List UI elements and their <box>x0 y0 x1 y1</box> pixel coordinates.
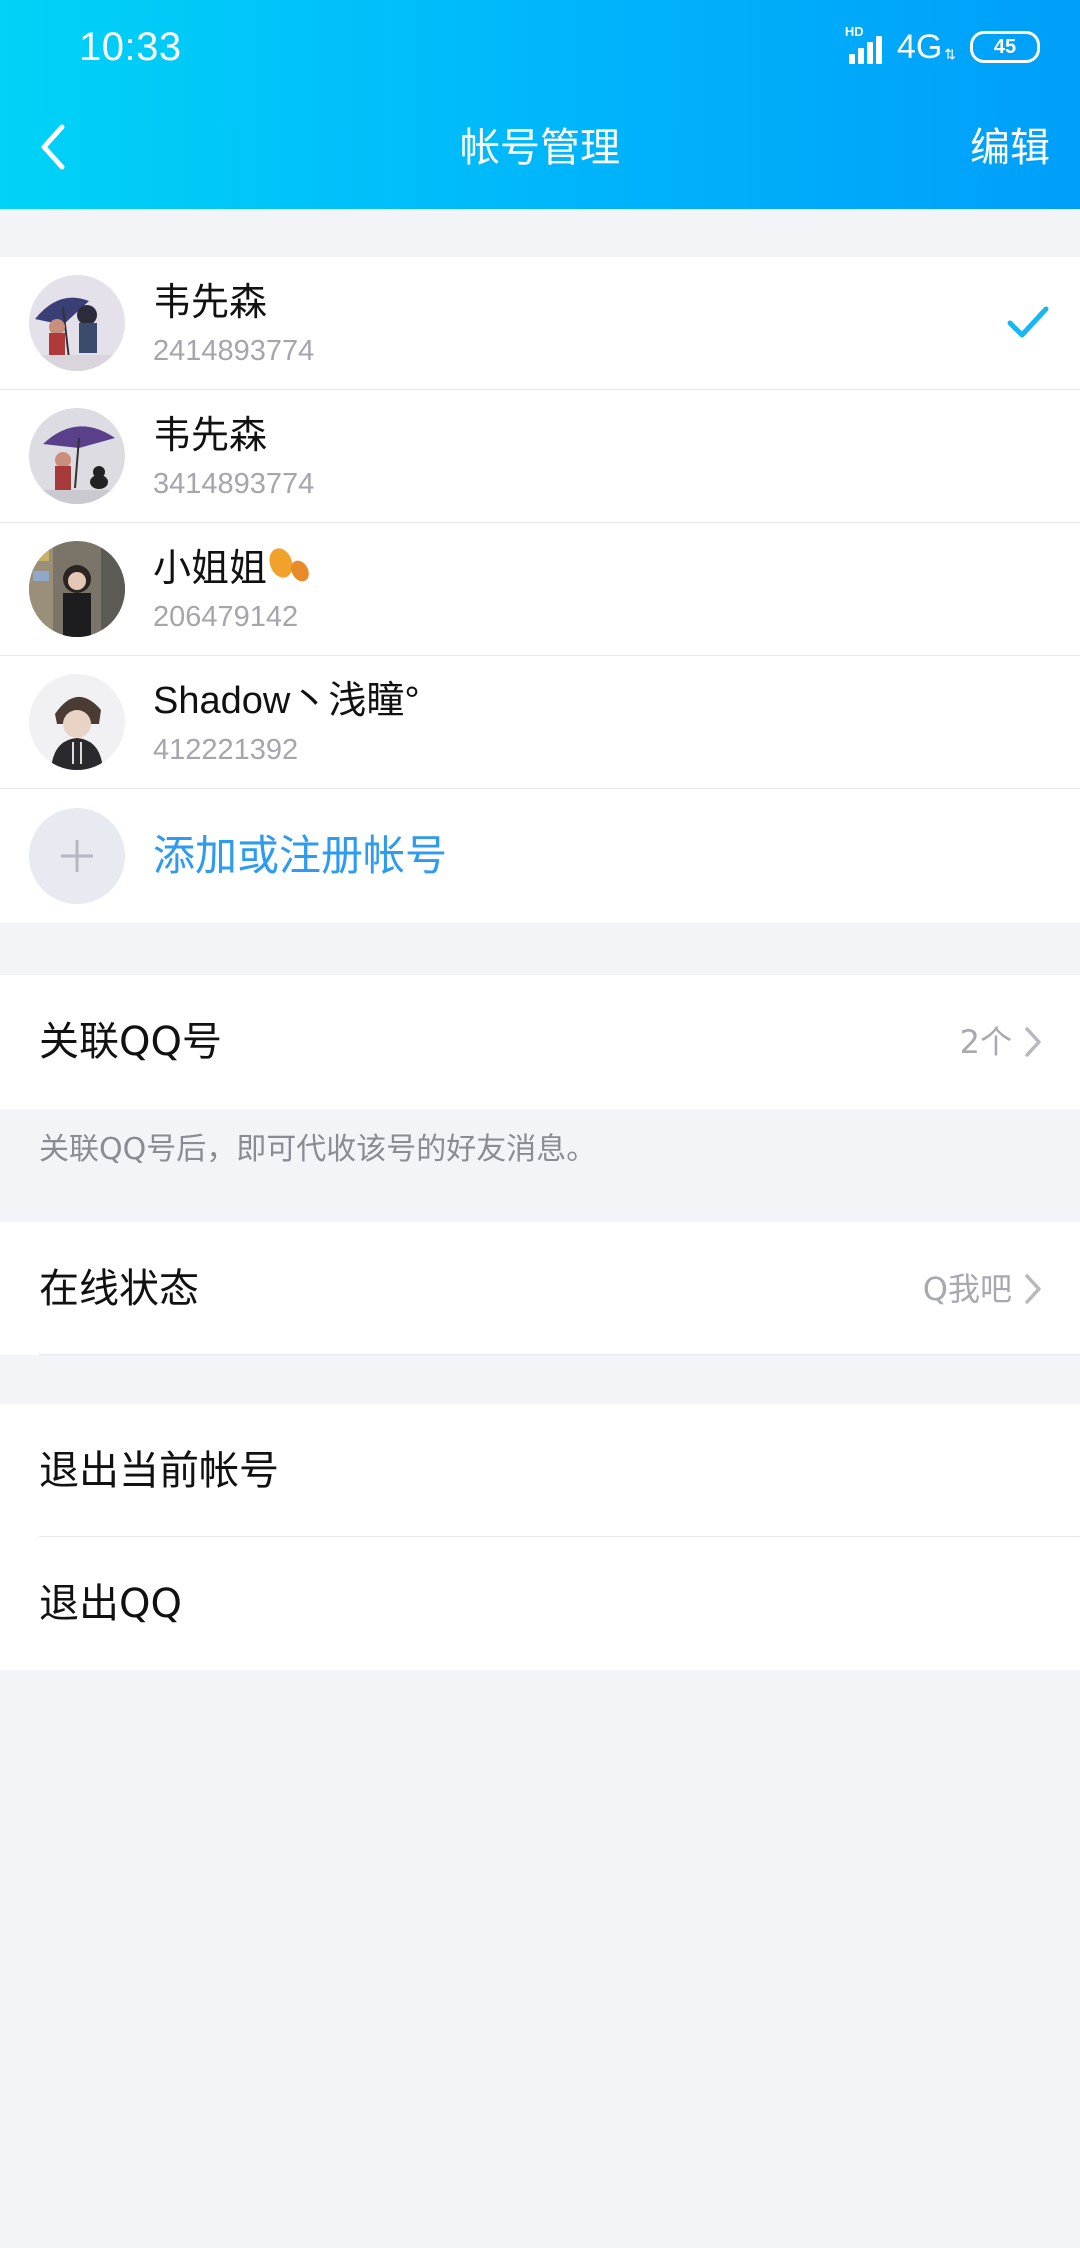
account-row[interactable]: 韦先森 2414893774 <box>0 257 1080 390</box>
avatar <box>29 674 125 770</box>
account-number: 412221392 <box>153 734 299 766</box>
account-number: 2414893774 <box>153 335 315 367</box>
chevron-right-icon <box>1025 1027 1041 1057</box>
account-row[interactable]: Shadow丶浅瞳° 412221392 <box>0 656 1080 789</box>
account-name: 韦先森 <box>153 280 268 324</box>
logout-current-account-label: 退出当前帐号 <box>39 1448 279 1494</box>
account-name: Shadow丶浅瞳° <box>153 680 420 722</box>
logout-section: 退出当前帐号 退出QQ <box>0 1404 1080 1670</box>
check-icon <box>1007 306 1049 338</box>
avatar <box>29 541 125 637</box>
online-status-row[interactable]: 在线状态 Q我吧 <box>0 1222 1080 1355</box>
signal-icon: HD <box>845 24 889 64</box>
account-name: 小姐姐 <box>153 543 313 593</box>
divider <box>39 1354 1080 1355</box>
chevron-left-icon <box>41 124 65 170</box>
status-indicators: HD 4G ⇅ 45 <box>845 22 1040 72</box>
network-label: 4G <box>896 27 943 66</box>
linked-qq-hint: 关联QQ号后，即可代收该号的好友消息。 <box>39 1132 597 1167</box>
back-button[interactable] <box>30 112 74 182</box>
quit-qq-button[interactable]: 退出QQ <box>0 1537 1080 1670</box>
linked-qq-count: 2个 <box>959 1023 1012 1061</box>
online-status-value: Q我吧 <box>922 1270 1012 1308</box>
linked-qq-label: 关联QQ号 <box>39 1019 222 1065</box>
plus-icon <box>61 840 93 872</box>
avatar <box>29 275 125 371</box>
account-number: 3414893774 <box>153 468 315 500</box>
linked-qq-section: 关联QQ号 2个 <box>0 975 1080 1109</box>
add-account-circle <box>29 808 125 904</box>
logout-current-account-button[interactable]: 退出当前帐号 <box>0 1404 1080 1537</box>
online-status-section: 在线状态 Q我吧 <box>0 1222 1080 1355</box>
quit-qq-label: 退出QQ <box>39 1581 182 1627</box>
linked-qq-row[interactable]: 关联QQ号 2个 <box>0 975 1080 1109</box>
chevron-right-icon <box>1025 1274 1041 1304</box>
account-name-text: 小姐姐 <box>153 546 268 590</box>
account-number: 206479142 <box>153 601 299 633</box>
network-type: 4G ⇅ <box>897 28 956 67</box>
battery-icon: 45 <box>970 31 1040 63</box>
add-account-label: 添加或注册帐号 <box>153 831 448 880</box>
account-row[interactable]: 韦先森 3414893774 <box>0 390 1080 523</box>
page-title: 帐号管理 <box>460 125 620 171</box>
avatar <box>29 408 125 504</box>
status-time: 10:33 <box>79 25 182 69</box>
add-account-button[interactable]: 添加或注册帐号 <box>0 789 1080 923</box>
title-bar: 10:33 HD 4G ⇅ 45 帐号管理 编辑 <box>0 0 1080 209</box>
mango-emoji-icon <box>269 548 309 582</box>
account-name: 韦先森 <box>153 413 268 457</box>
edit-button[interactable]: 编辑 <box>970 118 1050 178</box>
online-status-label: 在线状态 <box>39 1266 199 1312</box>
account-list: 韦先森 2414893774 韦先森 3414893774 小姐姐 206479… <box>0 257 1080 923</box>
data-arrows-icon: ⇅ <box>944 45 956 62</box>
account-row[interactable]: 小姐姐 206479142 <box>0 523 1080 656</box>
